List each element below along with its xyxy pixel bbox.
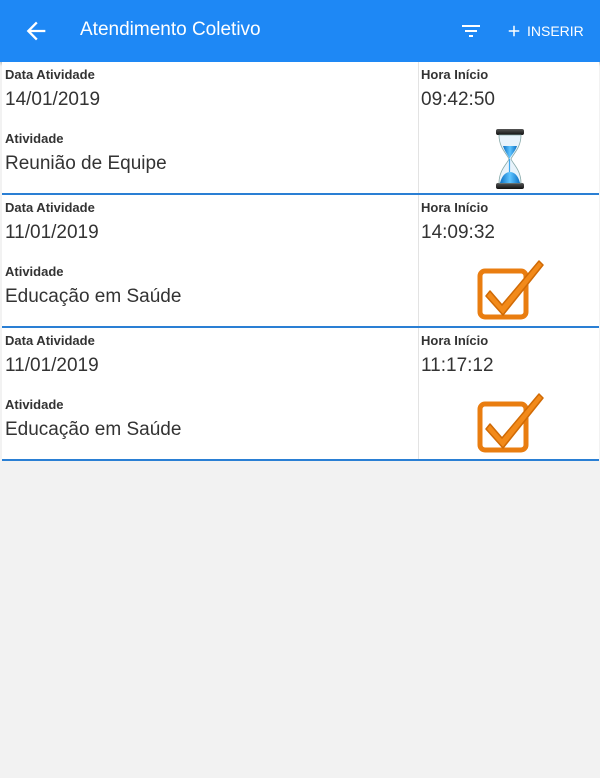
atividade-value: Educação em Saúde xyxy=(5,286,182,307)
activity-list: Data Atividade 14/01/2019 Atividade Reun… xyxy=(0,62,600,461)
back-arrow-icon[interactable] xyxy=(22,17,50,45)
data-atividade-label: Data Atividade xyxy=(5,67,95,82)
atividade-label: Atividade xyxy=(5,264,64,279)
hora-inicio-label: Hora Início xyxy=(421,200,489,215)
page-title: Atendimento Coletivo xyxy=(80,19,261,40)
data-atividade-label: Data Atividade xyxy=(5,200,95,215)
filter-icon[interactable] xyxy=(458,19,484,43)
hora-inicio-value: 11:17:12 xyxy=(421,355,494,376)
list-item[interactable]: Data Atividade 14/01/2019 Atividade Reun… xyxy=(2,62,599,195)
hora-inicio-value: 14:09:32 xyxy=(421,222,495,243)
hora-inicio-value: 09:42:50 xyxy=(421,89,495,110)
checkbox-checked-icon xyxy=(477,260,544,320)
insert-button-label: INSERIR xyxy=(527,23,584,39)
hora-inicio-label: Hora Início xyxy=(421,333,489,348)
list-item[interactable]: Data Atividade 11/01/2019 Atividade Educ… xyxy=(2,195,599,328)
item-left-column: Data Atividade 14/01/2019 Atividade Reun… xyxy=(4,62,418,193)
checkbox-checked-icon xyxy=(477,393,544,453)
item-right-column: Hora Início 09:42:50 xyxy=(418,62,600,193)
atividade-value: Reunião de Equipe xyxy=(5,153,167,174)
item-left-column: Data Atividade 11/01/2019 Atividade Educ… xyxy=(4,328,418,459)
data-atividade-value: 11/01/2019 xyxy=(5,222,99,243)
list-item[interactable]: Data Atividade 11/01/2019 Atividade Educ… xyxy=(2,328,599,461)
data-atividade-label: Data Atividade xyxy=(5,333,95,348)
item-left-column: Data Atividade 11/01/2019 Atividade Educ… xyxy=(4,195,418,326)
atividade-label: Atividade xyxy=(5,131,64,146)
atividade-label: Atividade xyxy=(5,397,64,412)
atividade-value: Educação em Saúde xyxy=(5,419,182,440)
data-atividade-value: 11/01/2019 xyxy=(5,355,99,376)
plus-icon xyxy=(508,25,520,37)
hourglass-icon xyxy=(496,129,524,189)
app-bar: Atendimento Coletivo INSERIR xyxy=(0,0,600,62)
hora-inicio-label: Hora Início xyxy=(421,67,489,82)
data-atividade-value: 14/01/2019 xyxy=(5,89,101,110)
insert-button[interactable]: INSERIR xyxy=(505,20,584,42)
item-right-column: Hora Início 11:17:12 xyxy=(418,328,600,459)
item-right-column: Hora Início 14:09:32 xyxy=(418,195,600,326)
